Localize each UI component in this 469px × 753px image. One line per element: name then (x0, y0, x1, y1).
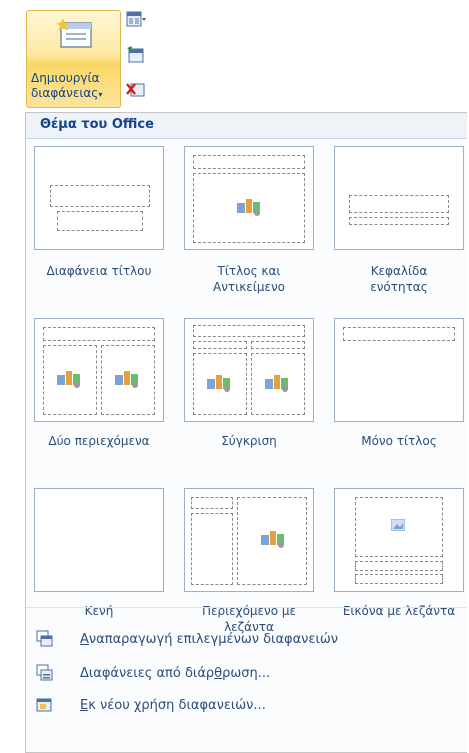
reset-button[interactable] (125, 45, 151, 69)
layout-content-with-caption[interactable] (184, 488, 314, 592)
gallery-header: Θέμα του Office (26, 113, 467, 139)
delete-icon (126, 83, 145, 97)
layout-caption: Τίτλος και Αντικείμενο (213, 264, 285, 294)
delete-button[interactable] (125, 80, 151, 104)
layout-title-only[interactable] (334, 318, 464, 422)
duplicate-slides-label: Αναπαραγωγή επιλεγμένων διαφανειών (80, 632, 339, 647)
layout-section-header[interactable] (334, 146, 464, 250)
slides-from-outline-label: Διαφάνειες από διάρθρωση... (80, 666, 271, 681)
layout-blank[interactable] (34, 488, 164, 592)
layout-title-slide[interactable] (34, 146, 164, 250)
layout-button[interactable] (125, 10, 151, 34)
new-slide-label: Δημιουργία διαφάνειας▾ (31, 71, 103, 100)
reset-icon (127, 46, 144, 63)
layout-caption: Κεφαλίδα ενότητας (370, 264, 428, 294)
layout-caption: Εικόνα με λεζάντα (342, 604, 456, 618)
new-slide-icon (57, 18, 92, 48)
layout-caption: Διαφάνεια τίτλου (46, 264, 152, 278)
menu-separator (26, 607, 467, 608)
layout-caption: Κενή (84, 604, 114, 618)
reuse-slides-label: Εκ νέου χρήση διαφανειών... (80, 698, 266, 713)
layout-comparison[interactable] (184, 318, 314, 422)
duplicate-slides-icon (36, 630, 53, 647)
gallery-title: Θέμα του Office (40, 117, 154, 132)
reuse-slides-item[interactable]: Εκ νέου χρήση διαφανειών... (26, 693, 467, 719)
layout-title-and-content[interactable] (184, 146, 314, 250)
layout-icon (126, 11, 146, 27)
content-icon (115, 371, 138, 388)
ribbon-slides-group: Δημιουργία διαφάνειας▾ (0, 0, 469, 112)
content-icon (57, 371, 80, 388)
picture-icon (391, 519, 405, 531)
content-icon (207, 375, 230, 392)
layout-picture-with-caption[interactable] (334, 488, 464, 592)
layout-caption: Σύγκριση (221, 434, 277, 448)
content-icon (261, 531, 284, 548)
reuse-slides-icon (36, 698, 52, 712)
duplicate-slides-item[interactable]: Αναπαραγωγή επιλεγμένων διαφανειών (26, 627, 467, 653)
content-icon (265, 375, 288, 392)
content-icon (237, 199, 260, 216)
layout-caption: Μόνο τίτλος (361, 434, 437, 448)
slides-from-outline-item[interactable]: Διαφάνειες από διάρθρωση... (26, 661, 467, 687)
outline-icon (36, 664, 53, 681)
layout-gallery: Θέμα του Office Διαφάνεια τίτλου Τίτλος … (25, 112, 467, 753)
new-slide-button[interactable]: Δημιουργία διαφάνειας▾ (26, 10, 121, 108)
layout-two-content[interactable] (34, 318, 164, 422)
layout-caption: Δύο περιεχόμενα (48, 434, 150, 448)
